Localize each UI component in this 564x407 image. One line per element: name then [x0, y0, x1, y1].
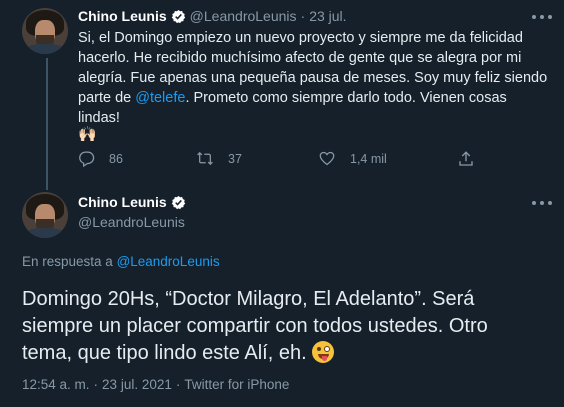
tweet-1-text: Si, el Domingo empiezo un nuevo proyecto… [78, 28, 552, 128]
tweet-text-segment: tema, que tipo lindo este Alí, eh. [22, 342, 307, 364]
tweet-time[interactable]: 12:54 a. m. [22, 377, 90, 392]
retweet-button[interactable]: 37 [196, 150, 242, 167]
winking-face-with-tongue-icon [312, 341, 335, 363]
author-handle[interactable]: @LeandroLeunis [78, 214, 185, 230]
verified-badge-icon [171, 9, 185, 23]
tweet-text-line: Si, el Domingo empiezo un nuevo proyecto… [78, 30, 523, 46]
reply-context: En respuesta a @LeandroLeunis [22, 254, 220, 269]
tweet-2-header: Chino Leunis [78, 194, 190, 210]
heart-icon [319, 151, 335, 166]
reply-icon [79, 151, 95, 167]
tweet-text-segment: parte de [78, 90, 136, 106]
reply-count: 86 [109, 151, 123, 166]
more-options-icon[interactable] [532, 14, 552, 20]
separator: · [93, 377, 99, 392]
raising-hands-emoji: 🙌🏻 [78, 126, 97, 143]
tweet-source: Twitter for iPhone [184, 377, 290, 392]
tweet-date[interactable]: 23 jul. [309, 8, 346, 24]
mention-link[interactable]: @telefe [135, 90, 185, 106]
tweet-1-header: Chino Leunis @LeandroLeunis · 23 jul. [78, 8, 347, 24]
like-button[interactable]: 1,4 mil [318, 150, 387, 167]
tweet-1[interactable]: Chino Leunis @LeandroLeunis · 23 jul. Si… [0, 0, 564, 182]
author-name[interactable]: Chino Leunis [78, 8, 167, 24]
tweet-text-line: hacerlo. He recibido muchísimo afecto de… [78, 50, 522, 66]
share-icon [459, 151, 473, 166]
tweet-text-line: alegría. Fue apenas una pequeña pausa de… [78, 70, 548, 86]
tweet-text-line: Domingo 20Hs, “Doctor Milagro, El Adelan… [22, 288, 475, 310]
share-button[interactable] [457, 150, 489, 168]
avatar[interactable] [22, 8, 68, 54]
reply-to-link[interactable]: @LeandroLeunis [117, 254, 220, 269]
retweet-icon [197, 151, 213, 166]
verified-badge-icon [171, 195, 185, 209]
like-count: 1,4 mil [350, 151, 387, 166]
separator: · [300, 8, 306, 24]
reply-prefix: En respuesta a [22, 254, 117, 269]
reply-button[interactable]: 86 [78, 150, 123, 167]
avatar[interactable] [22, 192, 68, 238]
tweet-metadata: 12:54 a. m. · 23 jul. 2021 · Twitter for iPh… [22, 377, 289, 392]
tweet-text-line: parte de @telefe. Prometo como siempre d… [78, 88, 552, 128]
tweet-actions: 86 37 1,4 mil [78, 150, 478, 170]
tweet-text-line: tema, que tipo lindo este Alí, eh. [22, 340, 552, 367]
retweet-count: 37 [228, 151, 242, 166]
author-handle[interactable]: @LeandroLeunis [190, 8, 297, 24]
more-options-icon[interactable] [532, 200, 552, 206]
tweet-2-text: Domingo 20Hs, “Doctor Milagro, El Adelan… [22, 286, 552, 367]
tweet-full-date[interactable]: 23 jul. 2021 [102, 377, 172, 392]
tweet-text-line: siempre un placer compartir con todos us… [22, 315, 488, 337]
author-name[interactable]: Chino Leunis [78, 194, 167, 210]
separator: · [175, 377, 181, 392]
